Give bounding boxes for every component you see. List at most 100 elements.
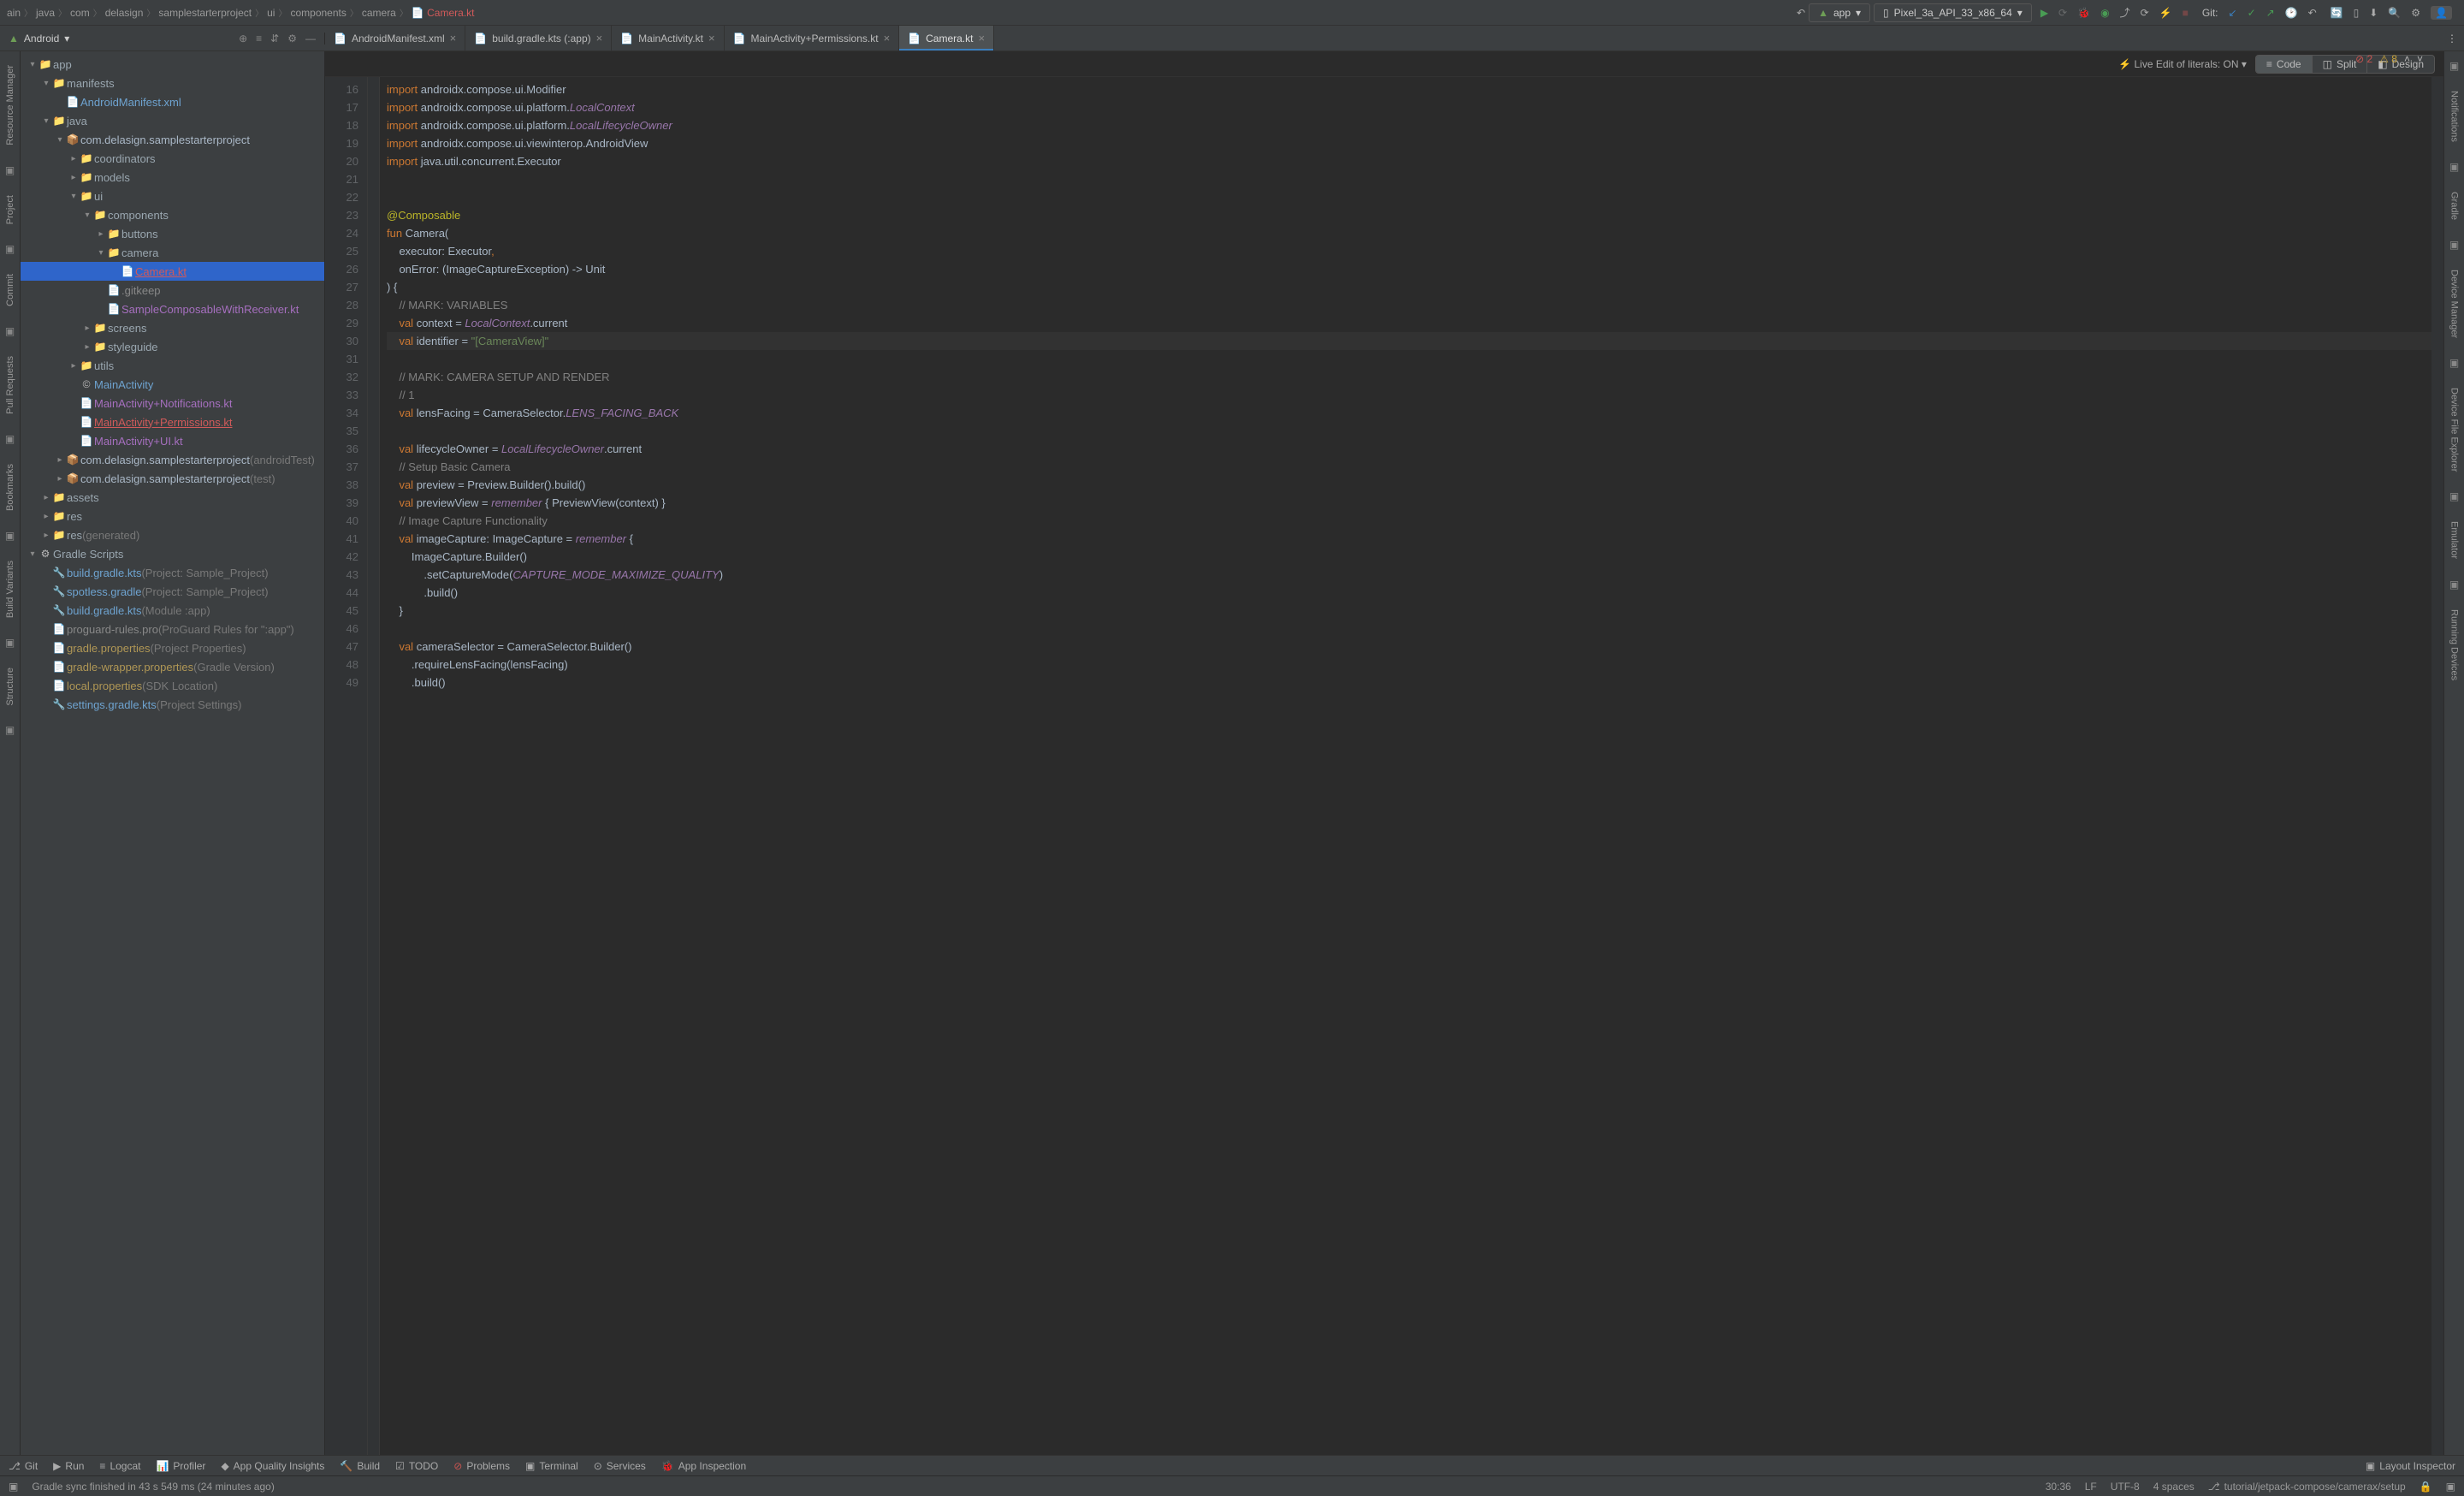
code-line[interactable] [387, 620, 2431, 638]
editor-tab[interactable]: 📄AndroidManifest.xml× [325, 26, 465, 50]
tree-arrow-icon[interactable]: ▸ [82, 342, 92, 352]
memory-indicator-icon[interactable]: ▣ [2446, 1481, 2455, 1493]
breadcrumb-segment[interactable]: ain [7, 7, 21, 19]
tree-node[interactable]: 📄Camera.kt [21, 262, 324, 281]
tree-arrow-icon[interactable]: ▸ [41, 531, 51, 540]
breadcrumb-segment[interactable]: camera [362, 7, 396, 19]
close-icon[interactable]: × [978, 32, 985, 45]
code-line[interactable]: val context = LocalContext.current [387, 314, 2431, 332]
tree-arrow-icon[interactable]: ▾ [82, 211, 92, 220]
tree-node[interactable]: 🔧settings.gradle.kts (Project Settings) [21, 695, 324, 714]
breadcrumb-segment[interactable]: java [36, 7, 55, 19]
tool-window-tab[interactable]: Pull Requests [3, 351, 17, 419]
tree-arrow-icon[interactable]: ▸ [55, 455, 65, 465]
attach-icon[interactable]: ⟳ [2141, 7, 2149, 19]
bottom-tool-button[interactable]: ⎇Git [9, 1460, 38, 1472]
tree-node[interactable]: ▸📁models [21, 168, 324, 187]
profile-icon[interactable]: ⤴ [2120, 5, 2130, 20]
hide-icon[interactable]: — [305, 33, 316, 45]
code-line[interactable]: ImageCapture.Builder() [387, 548, 2431, 566]
tree-arrow-icon[interactable]: ▾ [68, 192, 79, 201]
tree-node[interactable]: 📄MainActivity+UI.kt [21, 431, 324, 450]
tree-node[interactable]: ▾⚙Gradle Scripts [21, 544, 324, 563]
close-icon[interactable]: × [596, 32, 603, 45]
tree-arrow-icon[interactable]: ▸ [55, 474, 65, 484]
code-line[interactable]: // 1 [387, 386, 2431, 404]
bottom-tool-button[interactable]: 🐞App Inspection [661, 1460, 746, 1472]
code-line[interactable]: import java.util.concurrent.Executor [387, 152, 2431, 170]
bottom-tool-button[interactable]: ☑TODO [395, 1460, 438, 1472]
tool-window-tab[interactable]: Running Devices [2448, 604, 2461, 686]
tree-node[interactable]: 📄gradle-wrapper.properties (Gradle Versi… [21, 657, 324, 676]
close-icon[interactable]: × [708, 32, 715, 45]
tree-node[interactable]: ▾📦com.delasign.samplestarterproject [21, 130, 324, 149]
gear-icon[interactable]: ⚙ [287, 33, 297, 45]
tree-node[interactable]: ▸📁res [21, 507, 324, 525]
tree-node[interactable]: 🔧build.gradle.kts (Module :app) [21, 601, 324, 620]
code-line[interactable]: fun Camera( [387, 224, 2431, 242]
tree-node[interactable]: 🔧build.gradle.kts (Project: Sample_Proje… [21, 563, 324, 582]
code-line[interactable]: val lensFacing = CameraSelector.LENS_FAC… [387, 404, 2431, 422]
bottom-tool-button[interactable]: 🔨Build [340, 1460, 380, 1472]
tool-window-tab[interactable]: Build Variants [3, 555, 17, 623]
bottom-tool-button[interactable]: ⊙Services [594, 1460, 646, 1472]
tab-more-icon[interactable]: ⋮ [2447, 33, 2457, 45]
tree-node[interactable]: ▸📁coordinators [21, 149, 324, 168]
tree-arrow-icon[interactable]: ▾ [96, 248, 106, 258]
project-view-selector[interactable]: ▲Android ▾ ⊕ ≡ ⇵ ⚙ — [0, 33, 325, 45]
push-icon[interactable]: ↗ [2266, 7, 2275, 19]
tree-node[interactable]: 📄.gitkeep [21, 281, 324, 300]
code-line[interactable]: } [387, 602, 2431, 620]
next-highlight-icon[interactable]: ˅ [2417, 53, 2423, 65]
breadcrumb-segment[interactable]: samplestarterproject [158, 7, 252, 19]
code-line[interactable]: .requireLensFacing(lensFacing) [387, 656, 2431, 674]
tree-node[interactable]: 📄local.properties (SDK Location) [21, 676, 324, 695]
breadcrumb-segment[interactable]: delasign [105, 7, 144, 19]
tool-window-tab[interactable]: Structure [3, 662, 17, 711]
code-line[interactable]: // Setup Basic Camera [387, 458, 2431, 476]
code-line[interactable]: val lifecycleOwner = LocalLifecycleOwner… [387, 440, 2431, 458]
tree-node[interactable]: ▸📁screens [21, 318, 324, 337]
line-number-gutter[interactable]: 1617181920212223242526272829303132333435… [325, 77, 368, 1455]
tree-node[interactable]: ▾📁app [21, 55, 324, 74]
debug-icon[interactable]: 🐞 [2077, 7, 2090, 19]
code-line[interactable]: val previewView = remember { PreviewView… [387, 494, 2431, 512]
inspection-summary[interactable]: ⊘ 2 ⚠ 8 ˄ ˅ [2355, 53, 2423, 65]
collapse-icon[interactable]: ≡ [256, 33, 262, 45]
tool-window-tab[interactable]: Notifications [2448, 86, 2461, 147]
bottom-tool-button[interactable]: 📊Profiler [156, 1460, 205, 1472]
editor-tab[interactable]: 📄MainActivity+Permissions.kt× [725, 26, 900, 50]
code-line[interactable]: @Composable [387, 206, 2431, 224]
code-line[interactable]: onError: (ImageCaptureException) -> Unit [387, 260, 2431, 278]
tree-arrow-icon[interactable]: ▾ [27, 60, 38, 69]
close-icon[interactable]: × [450, 32, 457, 45]
tool-window-tab[interactable]: Device File Explorer [2448, 383, 2461, 477]
nav-back-icon[interactable]: ↶ [1797, 7, 1805, 19]
device-selector[interactable]: ▯ Pixel_3a_API_33_x86_64 ▾ [1874, 3, 2032, 22]
project-panel[interactable]: ▾📁app▾📁manifests📄AndroidManifest.xml▾📁ja… [21, 51, 325, 1455]
tree-node[interactable]: 🔧spotless.gradle (Project: Sample_Projec… [21, 582, 324, 601]
code-line[interactable]: val cameraSelector = CameraSelector.Buil… [387, 638, 2431, 656]
tree-node[interactable]: 📄MainActivity+Permissions.kt [21, 413, 324, 431]
code-line[interactable]: .setCaptureMode(CAPTURE_MODE_MAXIMIZE_QU… [387, 566, 2431, 584]
code-line[interactable]: executor: Executor, [387, 242, 2431, 260]
code-line[interactable] [387, 188, 2431, 206]
tree-arrow-icon[interactable]: ▾ [41, 116, 51, 126]
tree-node[interactable]: ©MainActivity [21, 375, 324, 394]
tree-node[interactable]: ▸📁styleguide [21, 337, 324, 356]
tree-node[interactable]: 📄proguard-rules.pro (ProGuard Rules for … [21, 620, 324, 638]
tool-window-tab[interactable]: Gradle [2448, 187, 2461, 225]
tree-node[interactable]: ▾📁manifests [21, 74, 324, 92]
prev-highlight-icon[interactable]: ˄ [2404, 53, 2410, 65]
indent-setting[interactable]: 4 spaces [2153, 1481, 2194, 1493]
target-icon[interactable]: ⊕ [239, 33, 247, 45]
code-line[interactable]: import androidx.compose.ui.platform.Loca… [387, 98, 2431, 116]
code-line[interactable]: import androidx.compose.ui.Modifier [387, 80, 2431, 98]
expand-icon[interactable]: ⇵ [270, 33, 279, 45]
breadcrumb-segment[interactable]: com [70, 7, 90, 19]
commit-icon[interactable]: ✓ [2248, 7, 2256, 19]
breadcrumb-segment[interactable]: ui [267, 7, 275, 19]
tree-arrow-icon[interactable]: ▸ [96, 229, 106, 239]
tree-node[interactable]: ▾📁components [21, 205, 324, 224]
tree-arrow-icon[interactable]: ▸ [41, 512, 51, 521]
